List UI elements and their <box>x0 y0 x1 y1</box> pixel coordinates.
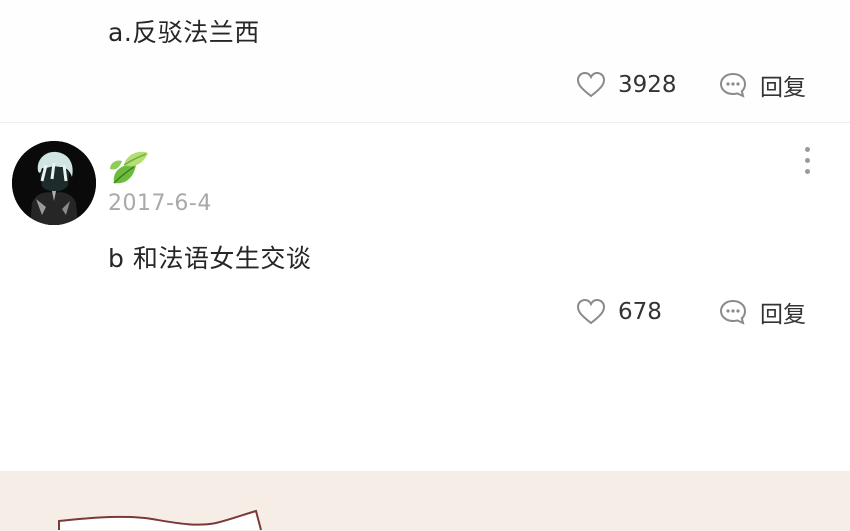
doodle-scrap-icon <box>58 509 262 531</box>
dot-icon <box>804 158 810 163</box>
bottom-panel <box>0 471 850 531</box>
like-button[interactable]: 3928 <box>576 71 678 99</box>
dot-icon <box>804 169 810 174</box>
heart-icon <box>576 298 606 325</box>
leaf-badge-icon <box>110 151 148 184</box>
comment-date: 2017-6-4 <box>108 191 212 216</box>
reply-button[interactable]: 回复 <box>718 68 806 102</box>
comment-card: a.反驳法兰西 3928 回复 <box>0 0 850 123</box>
like-button[interactable]: 678 <box>576 298 678 326</box>
comment-text: a.反驳法兰西 <box>108 18 260 47</box>
reply-button[interactable]: 回复 <box>718 295 806 329</box>
comment-actions: 678 回复 <box>576 295 806 329</box>
comment-card: 2017-6-4 b 和法语女生交谈 678 回复 <box>0 123 850 471</box>
reply-label: 回复 <box>760 302 806 328</box>
comment-bubble-icon <box>719 299 747 325</box>
dot-icon <box>804 147 810 152</box>
comment-actions: 3928 回复 <box>576 68 806 102</box>
heart-icon <box>576 71 606 98</box>
like-count: 3928 <box>618 72 677 98</box>
reply-label: 回复 <box>760 75 806 101</box>
comment-bubble-icon <box>719 72 747 98</box>
like-count: 678 <box>618 299 662 325</box>
anime-avatar-image <box>12 141 96 225</box>
more-options-button[interactable] <box>798 147 816 181</box>
comment-text: b 和法语女生交谈 <box>108 244 312 273</box>
avatar[interactable] <box>12 141 96 225</box>
